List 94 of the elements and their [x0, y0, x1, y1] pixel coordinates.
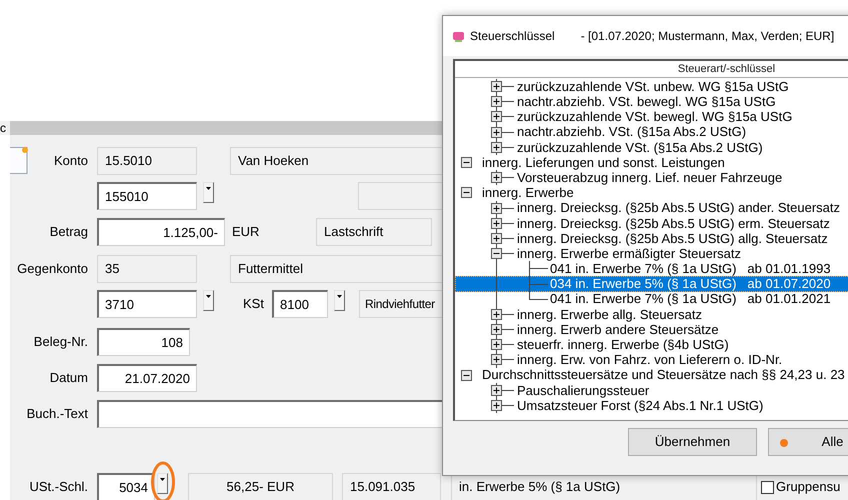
item-label: 041 in. Erwerbe 7% (§ 1a UStG) [550, 261, 736, 278]
expand-icon[interactable] [491, 111, 502, 122]
expand-icon[interactable] [491, 324, 502, 336]
collapse-icon[interactable] [461, 370, 472, 381]
tree-row[interactable]: nachtr.abziehb. VSt. bewegl. WG §15a UStG [455, 94, 848, 110]
tax-amount-field: 56,25- EUR [188, 473, 333, 500]
field-label: Betrag [48, 223, 88, 242]
field-label: Gegenkonto [16, 260, 88, 278]
collapse-icon[interactable] [491, 248, 502, 260]
tax-account-field: 15.091.035 [342, 473, 441, 500]
amount-input[interactable]: 1.125,00- [97, 218, 225, 246]
expand-icon[interactable] [491, 308, 502, 320]
field-label: KSt [243, 295, 265, 313]
item-label: nachtr.abziehb. VSt. (§15a Abs.2 UStG) [517, 124, 746, 142]
dropdown-button[interactable] [157, 473, 168, 494]
account-input[interactable]: 155010 [97, 182, 197, 210]
tree-row[interactable]: steuerfr. innerg. Erwerbe (§4b UStG) [455, 337, 848, 352]
tree-row[interactable]: Umsatzsteuer Forst (§24 Abs.1 Nr.1 UStG) [455, 398, 848, 414]
dropdown-button[interactable] [334, 290, 345, 311]
field-label: USt.-Schl. [28, 478, 88, 496]
expand-icon[interactable] [491, 339, 502, 350]
item-label: steuerfr. innerg. Erwerbe (§4b UStG) [517, 337, 729, 354]
field-label: Konto [53, 152, 88, 170]
item-label: zurückzuzahlende VSt. bewegl. WG §15a UStG [517, 109, 792, 126]
window-title: Steuerschlüssel [470, 28, 555, 45]
item-label: innerg. Erwerbe [482, 185, 574, 202]
caret-icon [206, 295, 211, 298]
section-tab[interactable]: c [0, 121, 10, 135]
contra-account-input[interactable]: 3710 [97, 290, 197, 318]
item-label: 041 in. Erwerbe 7% (§ 1a UStG) [550, 291, 736, 308]
tree-row[interactable]: innerg. Erwerbe [455, 185, 848, 200]
expand-icon[interactable] [491, 232, 502, 244]
item-label: Umsatzsteuer Forst (§24 Abs.1 Nr.1 UStG) [517, 398, 764, 415]
all-button[interactable]: Alle [768, 428, 848, 456]
column-header[interactable]: Steuerart/-schlüssel [455, 61, 848, 78]
tax-key-input[interactable]: 5034 [97, 473, 155, 500]
caret-icon [337, 295, 342, 298]
item-label: innerg. Erwerbe allg. Steuersatz [517, 306, 702, 324]
contra-account-number-field: 35 [97, 255, 197, 283]
expand-icon[interactable] [491, 81, 502, 92]
item-label: zurückzuzahlende VSt. unbew. WG §15a UStG [517, 78, 789, 96]
tree-row[interactable]: zurückzuzahlende VSt. bewegl. WG §15a UStG [455, 109, 848, 125]
account-number-field: 15.5010 [97, 147, 197, 175]
tree-row[interactable]: nachtr.abziehb. VSt. (§15a Abs.2 UStG) [455, 124, 848, 140]
expand-icon[interactable] [491, 126, 502, 138]
app-icon [453, 30, 464, 42]
expand-icon[interactable] [491, 202, 502, 214]
item-label: Pauschalierungssteuer [517, 382, 650, 400]
tree-row[interactable]: zurückzuzahlende VSt. unbew. WG §15a UStG [455, 79, 848, 94]
item-label: zurückzuzahlende VSt. (§15a Abs.2 UStG) [517, 139, 763, 157]
booking-type-field: Lastschrift [316, 218, 432, 246]
field-label: Datum [48, 369, 88, 388]
window-subtitle: - [01.07.2020; Mustermann, Max, Verden; EUR] [580, 28, 834, 45]
item-label: innerg. Dreiecksg. (§25b Abs.5 UStG) ander. Steuersatz [517, 200, 840, 218]
expand-icon[interactable] [491, 96, 502, 108]
field-label: Buch.-Text [26, 405, 88, 423]
item-label: innerg. Dreiecksg. (§25b Abs.5 UStG) erm. Steuersatz [517, 215, 830, 233]
checkbox-label: Gruppensu [776, 478, 840, 496]
item-label: 034 in. Erwerbe 5% (§ 1a UStG) [550, 276, 736, 294]
tree-row[interactable]: 034 in. Erwerbe 5% (§ 1a UStG) ab 01.07.2020 [455, 276, 848, 292]
expand-icon[interactable] [491, 354, 502, 366]
item-label: innerg. Erw. von Fahrz. von Lieferern o. ID-Nr. [517, 352, 782, 370]
item-label: Durchschnittssteuersätze und Steuersätze nach §§ 24,23 u. 23 [482, 367, 845, 384]
tree-row[interactable]: Pauschalierungssteuer [455, 382, 848, 398]
item-label: innerg. Erwerb andere Steuersätze [517, 322, 719, 339]
expand-icon[interactable] [491, 172, 502, 184]
caret-icon [160, 478, 165, 481]
dot-icon [780, 439, 788, 447]
dropdown-button[interactable] [203, 290, 214, 311]
field-label: Beleg-Nr. [32, 333, 88, 352]
tree-row[interactable]: innerg. Dreiecksg. (§25b Abs.5 UStG) ander. Steuersatz [455, 200, 848, 216]
expand-icon[interactable] [491, 218, 502, 229]
apply-button[interactable]: Übernehmen [628, 428, 757, 456]
caret-icon [206, 187, 211, 190]
checkbox[interactable] [761, 480, 774, 494]
expand-icon[interactable] [491, 400, 502, 412]
document-number-input[interactable]: 108 [97, 328, 190, 356]
cost-center-input[interactable]: 8100 [272, 290, 328, 318]
collapse-icon[interactable] [461, 157, 472, 168]
item-label: Vorsteuerabzug innerg. Lief. neuer Fahrzeuge [517, 170, 782, 187]
currency-label: EUR [232, 223, 260, 242]
tree-row[interactable]: innerg. Dreiecksg. (§25b Abs.5 UStG) erm. Steuersatz [455, 216, 848, 231]
item-label: innerg. Erwerbe ermäßigter Steuersatz [517, 246, 741, 263]
tree-row[interactable]: innerg. Erw. von Fahrz. von Lieferern o. ID-Nr. [455, 352, 848, 368]
expand-icon[interactable] [491, 142, 502, 153]
collapse-icon[interactable] [461, 187, 472, 198]
item-label: nachtr.abziehb. VSt. bewegl. WG §15a UStG [517, 93, 776, 112]
dropdown-button[interactable] [203, 182, 214, 203]
tree-row[interactable]: innerg. Dreiecksg. (§25b Abs.5 UStG) allg. Steuersatz [455, 230, 848, 246]
date-input[interactable]: 21.07.2020 [97, 364, 197, 392]
expand-icon[interactable] [491, 384, 502, 396]
item-label: innerg. Dreiecksg. (§25b Abs.5 UStG) allg. Steuersatz [517, 230, 828, 248]
tree-row[interactable]: Durchschnittssteuersätze und Steuersätze nach §§ 24,23 u. 23 [455, 368, 848, 383]
tree-row[interactable]: innerg. Erwerb andere Steuersätze [455, 322, 848, 338]
